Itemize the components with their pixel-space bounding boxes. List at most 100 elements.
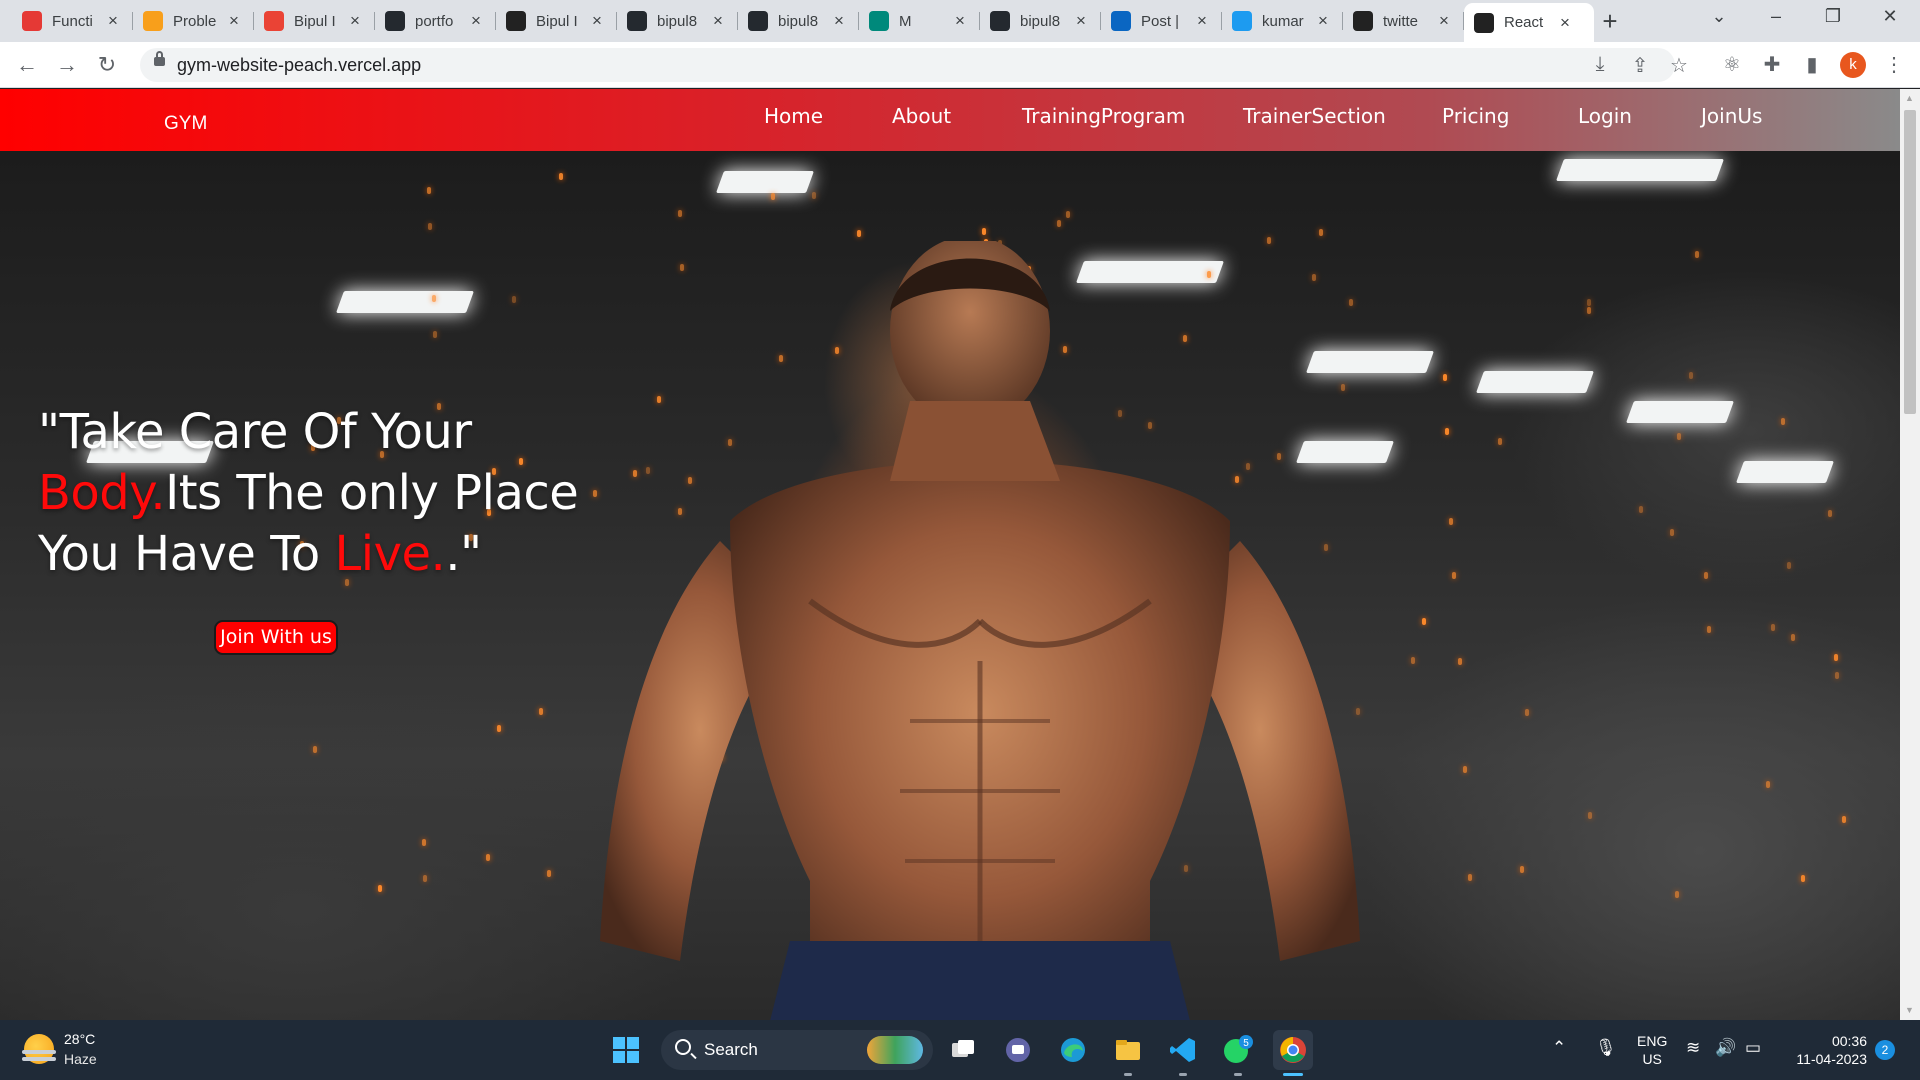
teams-chat-icon[interactable] [998,1030,1038,1070]
forward-button[interactable]: → [53,51,81,79]
notification-count-badge[interactable]: 2 [1875,1040,1895,1060]
meet-icon [869,11,889,31]
page-viewport: GYM Home About TrainingProgram TrainerSe… [0,89,1920,1020]
close-tab-icon[interactable]: × [951,11,969,31]
close-tab-icon[interactable]: × [225,11,243,31]
browser-tab[interactable]: Post | × [1101,3,1222,39]
gmail-icon [264,11,284,31]
edge-browser-icon[interactable] [1053,1030,1093,1070]
browser-tab[interactable]: bipul8 × [617,3,738,39]
wifi-icon[interactable]: ≋ [1686,1038,1700,1058]
browser-tab[interactable]: React × [1464,3,1594,42]
vscode-icon[interactable] [1163,1030,1203,1070]
close-tab-icon[interactable]: × [346,11,364,31]
close-tab-icon[interactable]: × [1556,13,1574,33]
menu-kebab-icon[interactable]: ⋮ [1880,51,1908,79]
join-with-us-button[interactable]: Join With us [214,620,338,655]
nav-training-program[interactable]: TrainingProgram [1022,104,1185,128]
taskbar-search[interactable]: Search [661,1030,933,1070]
browser-tab[interactable]: Proble × [133,3,254,39]
minimize-button[interactable]: – [1761,6,1791,27]
page-scrollbar[interactable]: ▲ ▼ [1900,89,1920,1020]
spark [431,294,436,302]
install-app-icon[interactable]: ⤓ [1587,53,1613,76]
restore-button[interactable]: ❐ [1818,6,1848,27]
spark [1587,299,1592,307]
language-indicator[interactable]: ENG US [1637,1032,1667,1068]
chrome-icon[interactable] [1273,1030,1313,1070]
tab-search-chevron-icon[interactable]: ⌄ [1704,6,1734,27]
weather-condition[interactable]: Haze [64,1051,97,1067]
scrollbar-thumb[interactable] [1904,110,1916,414]
browser-tab[interactable]: Bipul I × [496,3,617,39]
tab-title: kumar [1262,12,1304,30]
spark [1790,633,1795,641]
close-tab-icon[interactable]: × [830,11,848,31]
browser-toolbar: ← → ↻ gym-website-peach.vercel.app ⤓ ⇪ ☆… [0,42,1920,88]
nav-joinus[interactable]: JoinUs [1701,104,1762,128]
system-clock[interactable]: 00:36 11-04-2023 [1779,1032,1867,1068]
extensions-puzzle-icon[interactable]: ✚ [1758,51,1786,79]
task-view-icon[interactable] [943,1030,983,1070]
nav-home[interactable]: Home [764,104,823,128]
browser-tab[interactable]: Bipul I × [254,3,375,39]
tab-title: twitte [1383,12,1419,30]
brand-logo[interactable]: GYM [164,113,207,135]
spark [1458,657,1463,665]
close-tab-icon[interactable]: × [467,11,485,31]
spark [1827,509,1832,517]
spark [771,193,776,201]
scroll-up-arrow-icon[interactable]: ▲ [1905,93,1914,103]
bookmark-star-icon[interactable]: ☆ [1666,53,1692,78]
weather-temperature[interactable]: 28°C [64,1031,95,1047]
spark [1065,210,1070,218]
reload-button[interactable]: ↻ [93,51,121,79]
file-explorer-icon[interactable] [1108,1030,1148,1070]
url-text[interactable]: gym-website-peach.vercel.app [177,55,421,76]
weather-haze-icon[interactable] [22,1034,56,1064]
close-window-button[interactable]: ✕ [1875,6,1905,27]
browser-tab[interactable]: M × [859,3,980,39]
microphone-icon[interactable]: 🎙 [1595,1038,1617,1058]
lock-icon[interactable] [154,51,165,66]
scroll-down-arrow-icon[interactable]: ▼ [1905,1005,1914,1015]
spark [1422,618,1427,626]
share-icon[interactable]: ⇪ [1627,53,1653,78]
nav-trainer-section[interactable]: TrainerSection [1243,104,1386,128]
close-tab-icon[interactable]: × [1314,11,1332,31]
close-tab-icon[interactable]: × [1193,11,1211,31]
back-button[interactable]: ← [13,51,41,79]
show-hidden-icons-chevron-icon[interactable]: ⌃ [1552,1038,1566,1058]
battery-icon[interactable]: ▭ [1745,1038,1761,1058]
close-tab-icon[interactable]: × [104,11,122,31]
browser-tab[interactable]: portfo × [375,3,496,39]
close-tab-icon[interactable]: × [1072,11,1090,31]
address-bar[interactable]: gym-website-peach.vercel.app ⤓ ⇪ ☆ [140,48,1688,82]
nav-about[interactable]: About [892,104,951,128]
headline-highlight-live: Live. [334,526,446,582]
side-panel-icon[interactable]: ▮ [1798,51,1826,79]
spark [1463,765,1468,773]
profile-avatar[interactable]: k [1840,52,1866,78]
react-devtools-icon[interactable]: ⚛ [1718,51,1746,79]
spark [1835,671,1840,679]
region-code: US [1642,1051,1662,1067]
browser-tab[interactable]: bipul8 × [738,3,859,39]
whatsapp-icon[interactable]: 5 [1218,1030,1258,1070]
nav-pricing[interactable]: Pricing [1442,104,1509,128]
tab-title: portfo [415,12,454,30]
start-windows-icon[interactable] [606,1030,646,1070]
language-code: ENG [1637,1033,1668,1049]
volume-icon[interactable]: 🔊 [1715,1038,1736,1058]
browser-tab[interactable]: twitte × [1343,3,1464,39]
spark [1676,432,1681,440]
browser-tab[interactable]: Functi × [12,3,133,39]
browser-tab[interactable]: bipul8 × [980,3,1101,39]
close-tab-icon[interactable]: × [1435,11,1453,31]
spark [1497,438,1502,446]
nav-login[interactable]: Login [1578,104,1632,128]
close-tab-icon[interactable]: × [709,11,727,31]
close-tab-icon[interactable]: × [588,11,606,31]
new-tab-button[interactable]: + [1596,8,1624,34]
browser-tab[interactable]: kumar × [1222,3,1343,39]
